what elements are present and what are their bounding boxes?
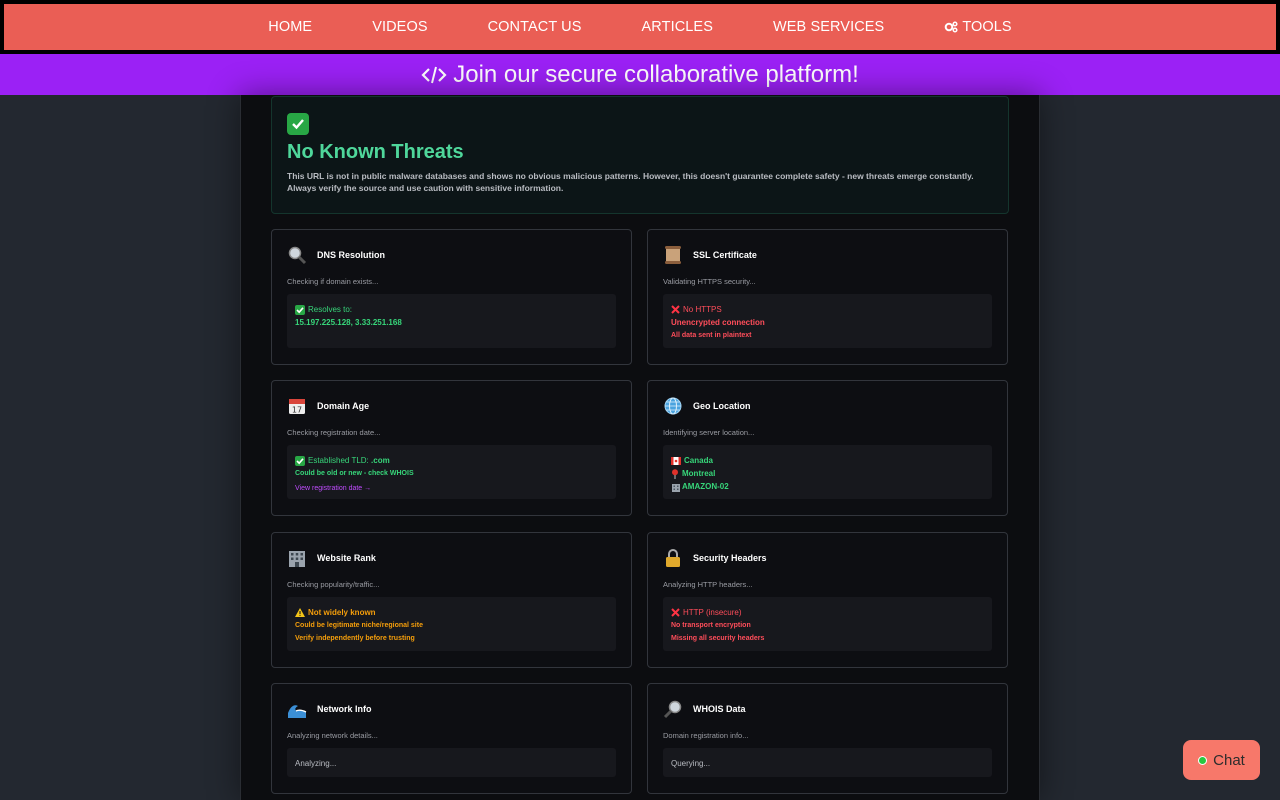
result-box: Analyzing...: [287, 748, 616, 777]
nav-contact-link[interactable]: CONTACT US: [488, 19, 582, 35]
promo-banner[interactable]: Join our secure collaborative platform!: [0, 54, 1280, 95]
network-info-card: Network Info Analyzing network details..…: [271, 683, 632, 794]
result-line: Established TLD: .com: [295, 454, 608, 467]
pin-icon: [671, 468, 679, 479]
result-label: No HTTPS: [683, 305, 722, 314]
card-title: SSL Certificate: [693, 250, 757, 260]
verdict-title: No Known Threats: [287, 141, 464, 163]
promo-text: Join our secure collaborative platform!: [453, 60, 859, 88]
result-label: Established TLD:: [308, 456, 369, 465]
lock-icon: [662, 547, 684, 569]
top-navigation: HOME VIDEOS CONTACT US ARTICLES WEB SERV…: [0, 0, 1280, 54]
result-box: Not widely known Could be legitimate nic…: [287, 597, 616, 651]
nav-articles-link[interactable]: ARTICLES: [642, 19, 713, 35]
result-line: HTTP (insecure): [671, 606, 984, 619]
website-rank-card: Website Rank Checking popularity/traffic…: [271, 532, 632, 668]
result-box: Resolves to: 15.197.225.128, 3.33.251.16…: [287, 294, 616, 348]
card-subtitle: Analyzing network details...: [287, 731, 378, 740]
nav-home-link[interactable]: HOME: [268, 19, 312, 35]
card-subtitle: Analyzing HTTP headers...: [663, 580, 753, 589]
result-line: No HTTPS: [671, 303, 984, 316]
svg-text:17: 17: [292, 406, 302, 415]
card-subtitle: Domain registration info...: [663, 731, 749, 740]
result-label: Not widely known: [308, 608, 376, 617]
result-label: Resolves to:: [308, 305, 353, 314]
nav-tools-label: TOOLS: [962, 19, 1012, 35]
card-title: Network Info: [317, 704, 372, 714]
online-status-icon: [1198, 755, 1208, 765]
whois-data-card: WHOIS Data Domain registration info... Q…: [647, 683, 1008, 794]
card-subtitle: Checking popularity/traffic...: [287, 580, 380, 589]
check-mark-icon: [287, 113, 309, 135]
result-line: Not widely known: [295, 606, 608, 619]
code-icon: [421, 65, 447, 85]
resolved-ips: 15.197.225.128, 3.33.251.168: [295, 318, 402, 327]
verdict-description: This URL is not in public malware databa…: [287, 171, 974, 193]
country-value: Canada: [684, 456, 713, 465]
result-detail: Unencrypted connection: [671, 318, 765, 327]
security-headers-card: Security Headers Analyzing HTTP headers.…: [647, 532, 1008, 668]
canada-flag-icon: [671, 456, 681, 465]
org-line: AMAZON-02: [671, 480, 984, 493]
card-subtitle: Checking registration date...: [287, 428, 381, 437]
result-label: HTTP (insecure): [683, 608, 742, 617]
gears-icon: [944, 21, 958, 33]
verdict-box: No Known Threats This URL is not in publ…: [271, 96, 1009, 214]
dns-resolution-card: DNS Resolution Checking if domain exists…: [271, 229, 632, 365]
country-line: Canada: [671, 454, 984, 467]
result-box: Established TLD: .com Could be old or ne…: [287, 445, 616, 499]
magnifier-right-icon: [662, 698, 684, 720]
result-note: Verify independently before trusting: [295, 635, 415, 642]
chat-label: Chat: [1213, 751, 1245, 769]
result-box: HTTP (insecure) No transport encryption …: [663, 597, 992, 651]
ssl-certificate-card: SSL Certificate Validating HTTPS securit…: [647, 229, 1008, 365]
building-small-icon: [671, 482, 681, 492]
result-line: Resolves to:: [295, 303, 608, 316]
check-mark-icon: [295, 304, 305, 315]
result-box: No HTTPS Unencrypted connection All data…: [663, 294, 992, 348]
card-title: Domain Age: [317, 401, 370, 411]
nav-web-services-link[interactable]: WEB SERVICES: [773, 19, 884, 35]
nav-tools-link[interactable]: TOOLS: [944, 19, 1012, 35]
result-detail: Could be legitimate niche/regional site: [295, 622, 423, 629]
result-note: All data sent in plaintext: [671, 332, 752, 339]
geo-location-card: Geo Location Identifying server location…: [647, 380, 1008, 516]
scroll-icon: [662, 244, 684, 266]
card-subtitle: Identifying server location...: [663, 428, 755, 437]
card-subtitle: Validating HTTPS security...: [663, 277, 756, 286]
card-title: WHOIS Data: [693, 704, 746, 714]
building-icon: [286, 547, 308, 569]
result-box: Canada Montreal AMAZON-02: [663, 445, 992, 499]
card-title: DNS Resolution: [317, 250, 386, 260]
result-box: Querying...: [663, 748, 992, 777]
cross-icon: [671, 305, 680, 314]
status-text: Analyzing...: [295, 759, 337, 768]
result-detail: No transport encryption: [671, 622, 751, 629]
calendar-icon: 17: [286, 395, 308, 417]
org-value: AMAZON-02: [682, 482, 729, 491]
status-text: Querying...: [671, 759, 711, 768]
magnifier-icon: [286, 244, 308, 266]
result-note: Missing all security headers: [671, 635, 765, 642]
wave-icon: [286, 698, 308, 720]
tld-value: .com: [371, 456, 390, 465]
check-mark-icon: [295, 455, 305, 466]
city-line: Montreal: [671, 467, 984, 480]
nav-videos-link[interactable]: VIDEOS: [372, 19, 427, 35]
domain-age-card: 17 Domain Age Checking registration date…: [271, 380, 632, 516]
chat-button[interactable]: Chat: [1183, 740, 1260, 780]
scan-results-panel: No Known Threats This URL is not in publ…: [240, 95, 1040, 800]
cross-icon: [671, 608, 680, 617]
city-value: Montreal: [682, 469, 716, 478]
warning-icon: [295, 608, 305, 617]
nav-bar: HOME VIDEOS CONTACT US ARTICLES WEB SERV…: [4, 4, 1276, 50]
card-subtitle: Checking if domain exists...: [287, 277, 379, 286]
card-title: Geo Location: [693, 401, 751, 411]
card-title: Website Rank: [317, 553, 376, 563]
view-registration-link[interactable]: View registration date →: [295, 482, 608, 495]
result-detail: Could be old or new - check WHOIS: [295, 470, 414, 477]
globe-icon: [662, 395, 684, 417]
card-title: Security Headers: [693, 553, 767, 563]
